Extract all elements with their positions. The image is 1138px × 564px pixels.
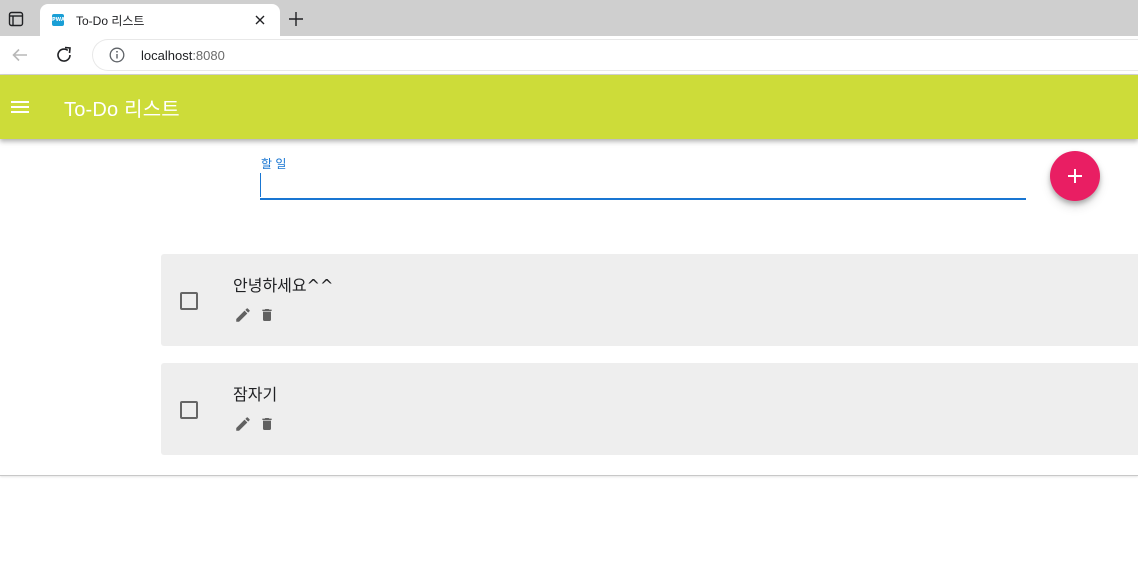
todo-text-field: 할 일	[260, 153, 1026, 201]
url-text: localhost:8080	[141, 48, 225, 63]
add-todo-button[interactable]	[1050, 151, 1100, 201]
plus-icon	[1068, 169, 1082, 183]
todo-field-underline	[260, 198, 1026, 200]
url-host: localhost	[141, 47, 193, 63]
tab-actions-icon[interactable]	[6, 9, 26, 29]
menu-icon[interactable]	[8, 95, 32, 119]
back-arrow-icon[interactable]	[9, 44, 31, 66]
todo-item: 안녕하세요^^	[161, 254, 1138, 346]
pencil-icon[interactable]	[233, 413, 253, 435]
todo-field-label: 할 일	[261, 157, 287, 171]
browser-tabstrip: PWA To-Do 리스트	[0, 0, 1138, 36]
todo-text: 안녕하세요^^	[233, 276, 334, 295]
app-title: To-Do 리스트	[64, 99, 180, 121]
todo-actions	[233, 413, 277, 435]
address-bar[interactable]: localhost:8080	[92, 39, 1138, 71]
todo-input[interactable]	[260, 173, 1025, 197]
site-info-icon[interactable]	[108, 46, 126, 64]
pencil-icon[interactable]	[233, 304, 253, 326]
url-port: :8080	[192, 47, 225, 63]
todo-actions	[233, 304, 277, 326]
new-tab-icon[interactable]	[286, 9, 306, 29]
todo-item: 잠자기	[161, 363, 1138, 455]
trash-icon[interactable]	[257, 413, 277, 435]
trash-icon[interactable]	[257, 304, 277, 326]
reload-icon[interactable]	[53, 44, 75, 66]
todo-page: 할 일 안녕하세요^^ 잠자기	[0, 139, 1138, 476]
app-bar: To-Do 리스트	[0, 75, 1138, 139]
tab-title: To-Do 리스트	[76, 13, 145, 28]
todo-checkbox[interactable]	[180, 401, 198, 419]
browser-toolbar: localhost:8080	[0, 36, 1138, 75]
favicon-icon: PWA	[52, 14, 64, 26]
todo-text: 잠자기	[233, 385, 278, 404]
close-tab-icon[interactable]	[250, 10, 270, 30]
browser-tab[interactable]: PWA To-Do 리스트	[40, 4, 280, 36]
todo-checkbox[interactable]	[180, 292, 198, 310]
